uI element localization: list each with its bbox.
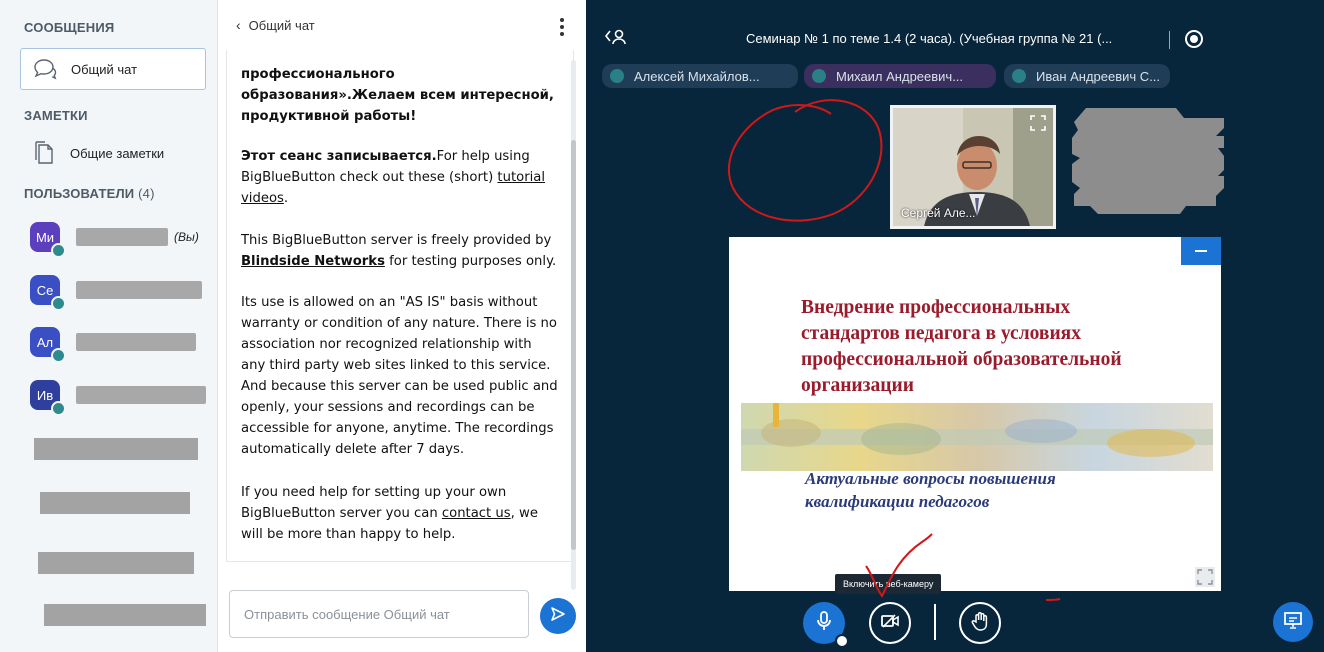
scrollbar-thumb[interactable] bbox=[571, 140, 576, 550]
slide-title: Внедрение профессиональных стандартов пе… bbox=[801, 297, 1122, 396]
message-text: This BigBlueButton server is freely prov… bbox=[241, 233, 552, 248]
webcam-video[interactable]: Сергей Але... bbox=[890, 105, 1056, 229]
chat-scrollbar[interactable] bbox=[571, 60, 576, 590]
user-list-sidebar: СООБЩЕНИЯ Общий чат ЗАМЕТКИ Общие заметк… bbox=[0, 0, 218, 652]
user-list-item[interactable]: Ми (Вы) bbox=[30, 220, 216, 258]
message-line: образования».Желаем всем интересной, bbox=[241, 88, 554, 103]
redacted-username bbox=[76, 386, 206, 404]
microphone-button[interactable] bbox=[803, 602, 849, 648]
chat-message: Этот сеанс записывается.For help using B… bbox=[241, 146, 559, 209]
send-icon bbox=[549, 605, 567, 628]
divider bbox=[1169, 31, 1170, 49]
avatar-initials: Се bbox=[36, 282, 54, 298]
talker-name: Михаил Андреевич... bbox=[836, 68, 964, 84]
webcam-button[interactable] bbox=[869, 602, 911, 644]
camera-off-icon bbox=[880, 613, 900, 634]
talking-indicator: Иван Андреевич С... bbox=[1004, 64, 1170, 88]
chat-bubbles-icon bbox=[31, 55, 59, 83]
minimize-presentation-button[interactable] bbox=[1181, 237, 1221, 265]
raise-hand-button[interactable] bbox=[959, 602, 1001, 644]
recording-indicator-icon[interactable] bbox=[1185, 30, 1203, 48]
notes-section-title: ЗАМЕТКИ bbox=[24, 108, 88, 123]
chat-message: профессионального образования».Желаем вс… bbox=[241, 64, 559, 127]
redaction-block bbox=[44, 604, 206, 626]
mic-status-icon bbox=[51, 243, 66, 258]
message-text: for testing purposes only. bbox=[384, 254, 557, 269]
chat-header: ‹ Общий чат bbox=[218, 0, 586, 50]
presentation-icon bbox=[1283, 610, 1303, 635]
presentation-toggle-button[interactable] bbox=[1273, 602, 1313, 642]
top-bar: Семинар № 1 по теме 1.4 (2 часа). (Учебн… bbox=[586, 0, 1324, 60]
chevron-left-icon[interactable]: ‹ bbox=[236, 17, 241, 33]
mic-status-icon bbox=[51, 401, 66, 416]
divider bbox=[934, 604, 936, 640]
talker-name: Иван Андреевич С... bbox=[1036, 68, 1161, 84]
avatar-initials: Ал bbox=[36, 334, 54, 350]
message-line: продуктивной работы! bbox=[241, 109, 417, 124]
minus-icon bbox=[1195, 250, 1207, 252]
mic-status-icon bbox=[812, 69, 826, 83]
shared-notes-item[interactable]: Общие заметки bbox=[20, 132, 206, 174]
hand-icon bbox=[971, 611, 989, 636]
mic-status-icon bbox=[51, 348, 66, 363]
notes-icon bbox=[30, 139, 58, 167]
presentation-slide: Внедрение профессиональных стандартов пе… bbox=[729, 237, 1221, 591]
talking-indicator: Алексей Михайлов... bbox=[602, 64, 798, 88]
you-label: (Вы) bbox=[174, 230, 199, 244]
chat-message: This BigBlueButton server is freely prov… bbox=[241, 230, 559, 272]
avatar-initials: Ив bbox=[36, 387, 54, 403]
avatar: Ал bbox=[30, 327, 66, 363]
public-chat-item[interactable]: Общий чат bbox=[20, 48, 206, 90]
webcam-user-name: Сергей Але... bbox=[901, 206, 976, 220]
user-list-item[interactable]: Ив bbox=[30, 378, 216, 416]
redacted-webcam bbox=[1072, 108, 1224, 214]
fullscreen-icon[interactable] bbox=[1195, 567, 1215, 587]
message-text: . bbox=[283, 191, 289, 206]
session-title: Семинар № 1 по теме 1.4 (2 часа). (Учебн… bbox=[746, 31, 1113, 46]
blindside-link[interactable]: Blindside Networks bbox=[241, 254, 385, 269]
redacted-username bbox=[76, 333, 196, 351]
chat-message: If you need help for setting up your own… bbox=[241, 482, 559, 545]
redaction-block bbox=[34, 438, 198, 460]
slide-subtitle: Актуальные вопросы повышения квалификаци… bbox=[805, 469, 1056, 511]
redacted-username bbox=[76, 281, 202, 299]
redacted-username bbox=[76, 228, 168, 246]
chat-panel: ‹ Общий чат профессионального образовани… bbox=[218, 0, 586, 652]
users-toggle-icon[interactable] bbox=[604, 28, 628, 51]
recording-notice: Этот сеанс записывается. bbox=[241, 149, 437, 164]
avatar: Ив bbox=[30, 380, 66, 416]
shared-notes-label: Общие заметки bbox=[70, 145, 165, 161]
chat-title: Общий чат bbox=[248, 17, 315, 33]
audio-settings-icon[interactable] bbox=[835, 634, 849, 648]
redaction-block bbox=[40, 492, 190, 514]
webcam-tooltip: Включить веб-камеру bbox=[835, 574, 942, 594]
chat-message: Its use is allowed on an "AS IS" basis w… bbox=[241, 295, 558, 457]
avatar-initials: Ми bbox=[35, 229, 55, 245]
redaction-block bbox=[38, 552, 194, 574]
user-list-item[interactable]: Ал bbox=[30, 325, 216, 363]
talking-indicator: Михаил Андреевич... bbox=[804, 64, 996, 88]
users-count: (4) bbox=[138, 186, 155, 201]
public-chat-label: Общий чат bbox=[71, 61, 138, 77]
users-section-title: ПОЛЬЗОВАТЕЛИ (4) bbox=[24, 186, 155, 201]
send-message-button[interactable] bbox=[540, 598, 576, 634]
microphone-icon bbox=[815, 610, 833, 637]
slide-decorative-band bbox=[741, 403, 1213, 471]
more-options-icon[interactable] bbox=[560, 18, 564, 39]
message-line: профессионального bbox=[241, 67, 395, 82]
chat-messages: профессионального образования».Желаем вс… bbox=[226, 50, 574, 562]
mic-status-icon bbox=[51, 296, 66, 311]
avatar: Ми bbox=[30, 222, 66, 258]
users-title-text: ПОЛЬЗОВАТЕЛИ bbox=[24, 186, 135, 201]
chat-message-input[interactable]: Отправить сообщение Общий чат bbox=[229, 590, 529, 638]
fullscreen-icon[interactable] bbox=[1029, 114, 1047, 132]
user-list-item[interactable]: Се bbox=[30, 273, 216, 311]
mic-status-icon bbox=[1012, 69, 1026, 83]
contact-us-link[interactable]: contact us bbox=[442, 506, 511, 521]
mic-status-icon bbox=[610, 69, 624, 83]
talker-name: Алексей Михайлов... bbox=[634, 68, 760, 84]
messages-section-title: СООБЩЕНИЯ bbox=[24, 20, 115, 35]
avatar: Се bbox=[30, 275, 66, 311]
